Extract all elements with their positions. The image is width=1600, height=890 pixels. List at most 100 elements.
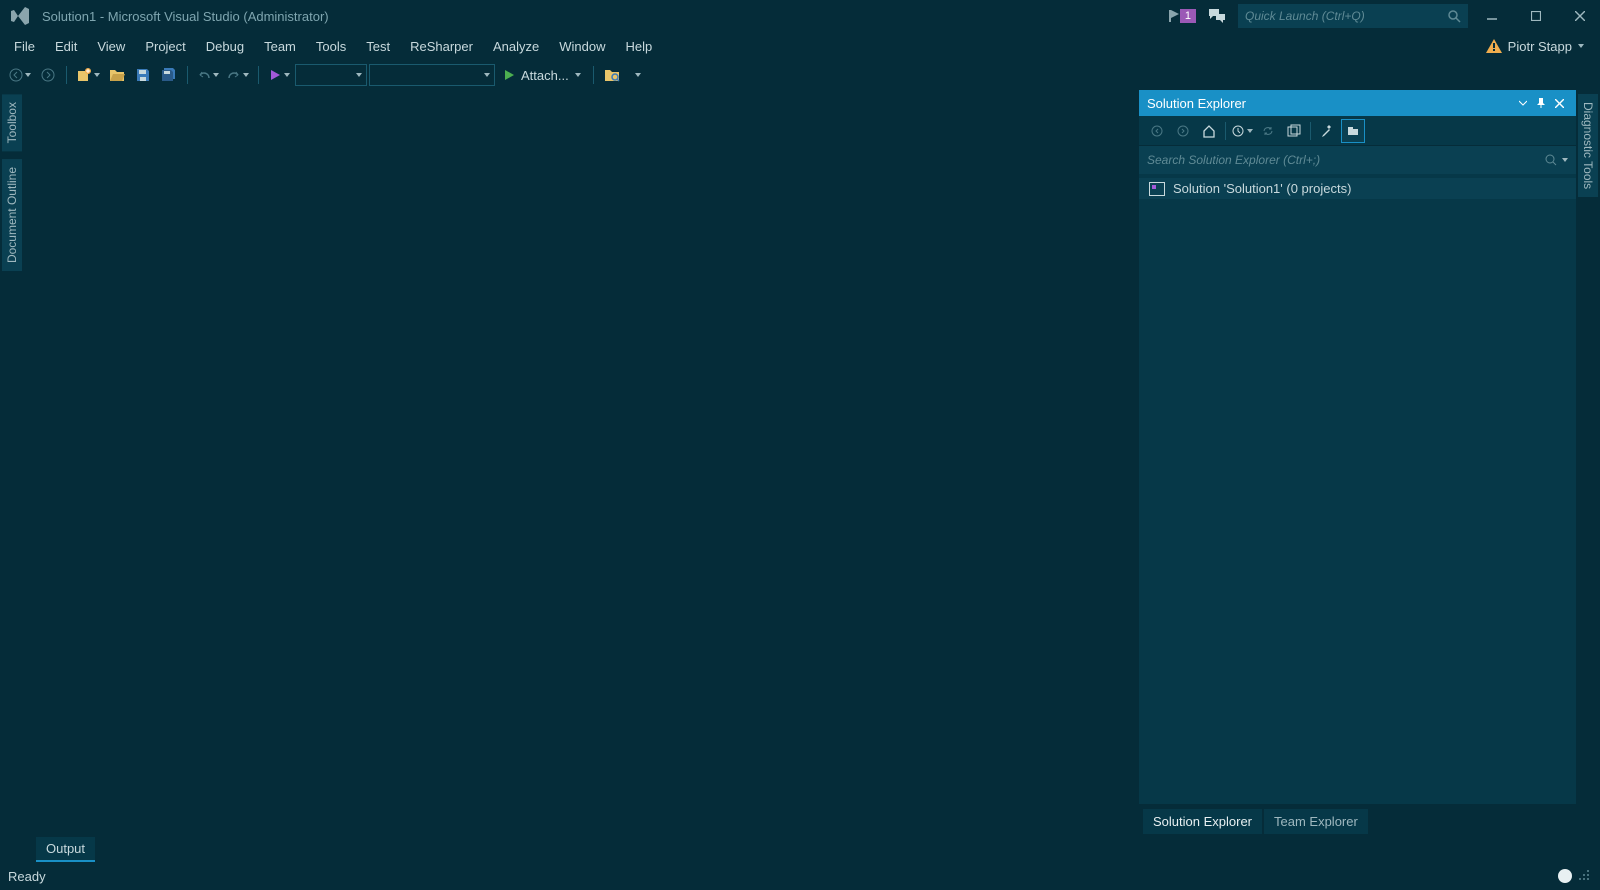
solution-explorer-search[interactable] [1139, 146, 1576, 174]
maximize-button[interactable] [1516, 3, 1556, 29]
menu-edit[interactable]: Edit [45, 35, 87, 58]
editor-area [24, 90, 1138, 834]
toolbar-separator [187, 66, 188, 84]
solution-explorer-search-input[interactable] [1147, 153, 1544, 167]
toolbar-separator [1310, 122, 1311, 140]
start-debug-button[interactable] [265, 63, 293, 87]
nav-forward-button[interactable] [36, 63, 60, 87]
notification-flag[interactable]: 1 [1166, 8, 1196, 24]
app-window: Solution1 - Microsoft Visual Studio (Adm… [0, 0, 1600, 890]
menu-view[interactable]: View [87, 35, 135, 58]
bottom-dock-tabs: Output [0, 834, 1600, 862]
save-button[interactable] [131, 63, 155, 87]
attach-process-button[interactable]: Attach... [497, 68, 587, 83]
sol-back-button[interactable] [1145, 119, 1169, 143]
solution-tree: Solution 'Solution1' (0 projects) [1139, 174, 1576, 804]
open-file-button[interactable] [105, 63, 129, 87]
output-tab[interactable]: Output [36, 837, 95, 862]
toolbar-separator [258, 66, 259, 84]
chevron-down-icon [484, 73, 490, 77]
redo-button[interactable] [224, 63, 252, 87]
sol-show-all-files-button[interactable] [1341, 119, 1365, 143]
statusbar: Ready [0, 862, 1600, 890]
sol-forward-button[interactable] [1171, 119, 1195, 143]
status-indicator-icon [1558, 869, 1572, 883]
undo-button[interactable] [194, 63, 222, 87]
solution-config-combo[interactable] [295, 64, 367, 86]
find-in-files-button[interactable] [600, 63, 624, 87]
document-outline-tab[interactable]: Document Outline [2, 159, 22, 271]
titlebar-right: 1 [1166, 3, 1600, 29]
pin-button[interactable] [1532, 94, 1550, 112]
sol-sync-button[interactable] [1256, 119, 1280, 143]
close-panel-button[interactable] [1550, 94, 1568, 112]
sol-home-button[interactable] [1197, 119, 1221, 143]
toolbar-separator [593, 66, 594, 84]
window-title: Solution1 - Microsoft Visual Studio (Adm… [42, 9, 329, 24]
right-dock-tabs: Solution Explorer Team Explorer [1139, 804, 1576, 834]
window-position-button[interactable] [1514, 94, 1532, 112]
toolbar-overflow-button[interactable] [626, 63, 650, 87]
solution-root-label: Solution 'Solution1' (0 projects) [1173, 181, 1351, 196]
sol-collapse-all-button[interactable] [1282, 119, 1306, 143]
chevron-down-icon [356, 73, 362, 77]
titlebar: Solution1 - Microsoft Visual Studio (Adm… [0, 0, 1600, 32]
chevron-down-icon [94, 73, 100, 77]
diagnostic-tools-tab[interactable]: Diagnostic Tools [1578, 94, 1598, 197]
solution-icon [1149, 182, 1165, 196]
solution-explorer-panel: Solution Explorer [1138, 90, 1576, 834]
chevron-down-icon [1247, 129, 1253, 133]
solution-explorer-titlebar[interactable]: Solution Explorer [1139, 90, 1576, 116]
save-all-button[interactable] [157, 63, 181, 87]
tab-team-explorer[interactable]: Team Explorer [1264, 809, 1368, 834]
chevron-down-icon [635, 73, 641, 77]
chevron-down-icon [1562, 158, 1568, 162]
minimize-button[interactable] [1472, 3, 1512, 29]
chevron-down-icon [243, 73, 249, 77]
sol-properties-button[interactable] [1315, 119, 1339, 143]
chevron-down-icon [575, 73, 581, 77]
notification-count: 1 [1180, 9, 1196, 23]
solution-root-node[interactable]: Solution 'Solution1' (0 projects) [1139, 178, 1576, 199]
bottom-area: Output Ready [0, 834, 1600, 890]
menu-debug[interactable]: Debug [196, 35, 254, 58]
sol-pending-changes-button[interactable] [1230, 119, 1254, 143]
user-name: Piotr Stapp [1508, 39, 1572, 54]
body: Toolbox Document Outline Solution Explor… [0, 90, 1600, 834]
new-project-button[interactable] [73, 63, 103, 87]
menu-help[interactable]: Help [615, 35, 662, 58]
menu-window[interactable]: Window [549, 35, 615, 58]
resize-grip-icon[interactable] [1578, 869, 1592, 883]
user-menu[interactable]: Piotr Stapp [1474, 39, 1596, 54]
chevron-down-icon [213, 73, 219, 77]
chevron-down-icon [1578, 44, 1584, 48]
menu-tools[interactable]: Tools [306, 35, 356, 58]
solution-platform-combo[interactable] [369, 64, 495, 86]
feedback-icon[interactable] [1208, 8, 1226, 24]
solution-explorer-title: Solution Explorer [1147, 96, 1514, 111]
right-dock: Diagnostic Tools [1576, 90, 1600, 834]
search-icon [1447, 9, 1461, 23]
menu-file[interactable]: File [4, 35, 45, 58]
warning-icon [1486, 39, 1502, 53]
quick-launch[interactable] [1238, 4, 1468, 28]
chevron-down-icon [25, 73, 31, 77]
menu-resharper[interactable]: ReSharper [400, 35, 483, 58]
tab-solution-explorer[interactable]: Solution Explorer [1143, 809, 1262, 834]
chevron-down-icon [284, 73, 290, 77]
toolbar-separator [1225, 122, 1226, 140]
menubar: File Edit View Project Debug Team Tools … [0, 32, 1600, 60]
menu-team[interactable]: Team [254, 35, 306, 58]
left-dock: Toolbox Document Outline [0, 90, 24, 834]
attach-label: Attach... [521, 68, 569, 83]
quick-launch-input[interactable] [1245, 9, 1447, 23]
status-text: Ready [8, 869, 46, 884]
search-icon [1544, 153, 1558, 167]
close-button[interactable] [1560, 3, 1600, 29]
toolbar-separator [66, 66, 67, 84]
nav-back-button[interactable] [6, 63, 34, 87]
toolbox-tab[interactable]: Toolbox [2, 94, 22, 151]
menu-project[interactable]: Project [135, 35, 195, 58]
menu-analyze[interactable]: Analyze [483, 35, 549, 58]
menu-test[interactable]: Test [356, 35, 400, 58]
